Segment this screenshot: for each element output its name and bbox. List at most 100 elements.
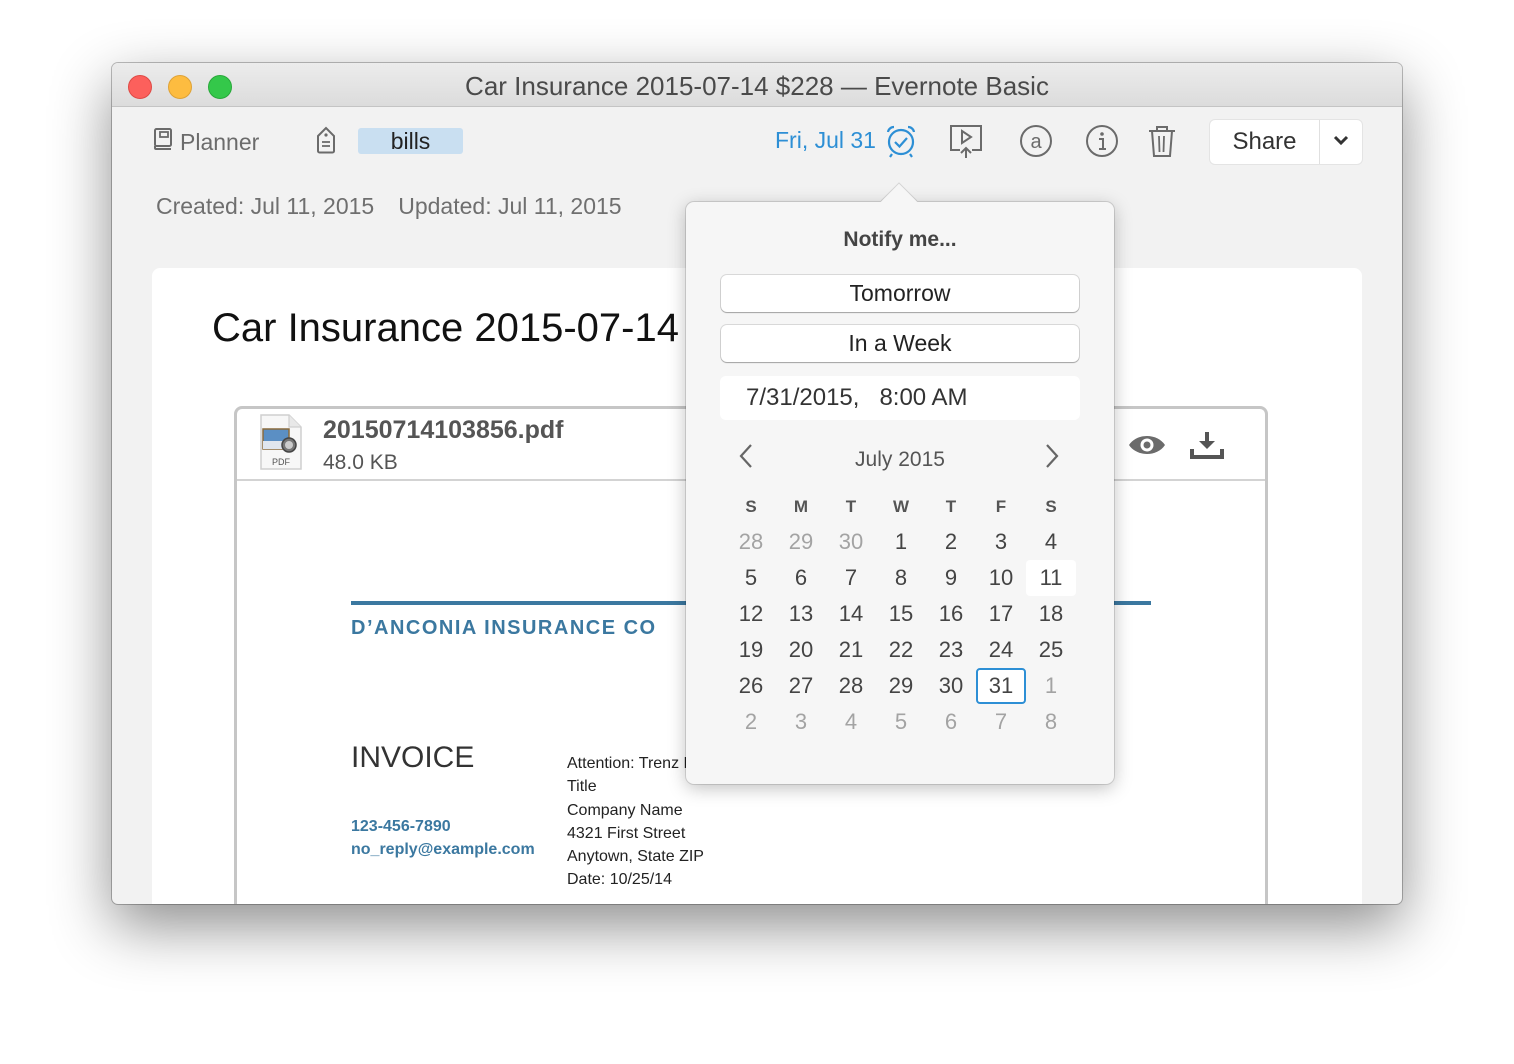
- calendar-day[interactable]: 1: [1026, 668, 1076, 704]
- date-value[interactable]: 7/31/2015,: [746, 384, 859, 411]
- calendar-day[interactable]: 14: [826, 596, 876, 632]
- calendar-day[interactable]: 7: [976, 704, 1026, 740]
- title-bar: Car Insurance 2015-07-14 $228 — Evernote…: [112, 63, 1402, 107]
- calendar-day[interactable]: 3: [776, 704, 826, 740]
- reminder-popover: Notify me... Tomorrow In a Week 7/31/201…: [686, 183, 1114, 784]
- calendar-day[interactable]: 8: [876, 560, 926, 596]
- contact-phone: 123-456-7890: [351, 818, 451, 835]
- calendar-day[interactable]: 5: [876, 704, 926, 740]
- calendar-grid: SMTWTFS 28 29 30 1 2 3 4 5 6 7 8 9 10 11 12 13 14 15 16 17 1…: [726, 494, 1076, 740]
- calendar-day[interactable]: 4: [1026, 524, 1076, 560]
- eye-icon[interactable]: [1127, 427, 1167, 463]
- notebook-selector[interactable]: Planner: [152, 127, 259, 157]
- share-button-group: Share: [1210, 120, 1362, 164]
- calendar-day[interactable]: 28: [726, 524, 776, 560]
- time-value[interactable]: 8:00 AM: [879, 384, 967, 411]
- calendar-day[interactable]: 6: [926, 704, 976, 740]
- weekday-label: F: [995, 497, 1007, 516]
- updated-date: Updated: Jul 11, 2015: [398, 193, 622, 219]
- address-line: 4321 First Street: [567, 824, 686, 842]
- in-a-week-button[interactable]: In a Week: [721, 325, 1079, 362]
- tag-icon[interactable]: [314, 125, 338, 160]
- calendar-day[interactable]: 27: [776, 668, 826, 704]
- notebook-icon: [152, 127, 174, 157]
- calendar-day[interactable]: 3: [976, 524, 1026, 560]
- address-line: Attention: Trenz P: [567, 755, 695, 772]
- calendar-day[interactable]: 30: [826, 524, 876, 560]
- notebook-label: Planner: [180, 128, 260, 155]
- next-month-button[interactable]: [1036, 442, 1068, 474]
- calendar-day[interactable]: 12: [726, 596, 776, 632]
- calendar-day-selected[interactable]: 31: [976, 668, 1026, 704]
- calendar-day[interactable]: 4: [826, 704, 876, 740]
- calendar-day[interactable]: 16: [926, 596, 976, 632]
- address-block: Attention: Trenz P Title Company Name 43…: [567, 752, 704, 892]
- calendar-day[interactable]: 2: [726, 704, 776, 740]
- calendar-week: 19 20 21 22 23 24 25: [726, 632, 1076, 668]
- calendar-day[interactable]: 26: [726, 668, 776, 704]
- calendar-day[interactable]: 1: [876, 524, 926, 560]
- calendar-day[interactable]: 30: [926, 668, 976, 704]
- calendar-day[interactable]: 23: [926, 632, 976, 668]
- weekday-label: W: [892, 497, 910, 516]
- calendar-day[interactable]: 24: [976, 632, 1026, 668]
- calendar-day[interactable]: 29: [876, 668, 926, 704]
- trash-icon[interactable]: [1142, 121, 1182, 161]
- created-date: Created: Jul 11, 2015: [156, 193, 375, 219]
- pdf-label: PDF: [272, 457, 291, 467]
- calendar-day[interactable]: 7: [826, 560, 876, 596]
- calendar-day-today[interactable]: 11: [1026, 560, 1076, 596]
- calendar-day[interactable]: 21: [826, 632, 876, 668]
- svg-text:a: a: [1030, 131, 1042, 153]
- calendar-day[interactable]: 8: [1026, 704, 1076, 740]
- info-icon[interactable]: [1082, 121, 1122, 161]
- calendar-day[interactable]: 28: [826, 668, 876, 704]
- calendar-day[interactable]: 13: [776, 596, 826, 632]
- invoice-heading: INVOICE: [351, 741, 475, 774]
- calendar-day[interactable]: 17: [976, 596, 1026, 632]
- address-line: Anytown, State ZIP: [567, 848, 704, 866]
- download-icon[interactable]: [1187, 427, 1227, 463]
- reminder-date[interactable]: Fri, Jul 31: [775, 127, 876, 154]
- calendar-day[interactable]: 18: [1026, 596, 1076, 632]
- calendar-day[interactable]: 5: [726, 560, 776, 596]
- pdf-file-icon: PDF: [257, 413, 305, 473]
- attachment-filename[interactable]: 20150714103856.pdf: [323, 416, 563, 445]
- share-button[interactable]: Share: [1210, 120, 1320, 164]
- calendar-day[interactable]: 20: [776, 632, 826, 668]
- calendar-week: 5 6 7 8 9 10 11: [726, 560, 1076, 596]
- alarm-clock-icon[interactable]: [881, 121, 921, 161]
- tag-chip-bills[interactable]: bills: [358, 128, 463, 154]
- company-name: D’ANCONIA INSURANCE CO: [351, 617, 657, 639]
- note-toolbar: Planner bills Fri, Jul 31 a Share: [112, 107, 1402, 177]
- weekday-label: S: [1045, 497, 1057, 516]
- presentation-icon[interactable]: [946, 121, 986, 161]
- calendar-day[interactable]: 15: [876, 596, 926, 632]
- note-title[interactable]: Car Insurance 2015-07-14: [212, 306, 679, 351]
- calendar-day[interactable]: 22: [876, 632, 926, 668]
- notify-title: Notify me...: [843, 228, 957, 251]
- weekday-label: T: [945, 497, 957, 516]
- calendar-day[interactable]: 25: [1026, 632, 1076, 668]
- tomorrow-button[interactable]: Tomorrow: [721, 275, 1079, 312]
- note-meta: Created: Jul 11, 2015 Updated: Jul 11, 20…: [156, 193, 622, 220]
- contact-email: no_reply@example.com: [351, 841, 535, 858]
- calendar-week: 28 29 30 1 2 3 4: [726, 524, 1076, 560]
- calendar-day[interactable]: 9: [926, 560, 976, 596]
- calendar-week: 26 27 28 29 30 31 1: [726, 668, 1076, 704]
- share-options-button[interactable]: [1320, 120, 1362, 164]
- contact-info: 123-456-7890 no_reply@example.com: [351, 815, 535, 861]
- address-line: Title: [567, 778, 597, 796]
- calendar-day[interactable]: 19: [726, 632, 776, 668]
- weekday-label: T: [845, 497, 857, 516]
- at-sign-icon[interactable]: a: [1016, 121, 1056, 161]
- calendar-day[interactable]: 2: [926, 524, 976, 560]
- calendar-day[interactable]: 29: [776, 524, 826, 560]
- weekday-label: M: [793, 497, 809, 516]
- weekday-label: S: [745, 497, 757, 516]
- calendar-day[interactable]: 6: [776, 560, 826, 596]
- calendar-week: 12 13 14 15 16 17 18: [726, 596, 1076, 632]
- date-time-field[interactable]: 7/31/2015, 8:00 AM: [720, 376, 1080, 420]
- calendar-day[interactable]: 10: [976, 560, 1026, 596]
- window-title: Car Insurance 2015-07-14 $228 — Evernote…: [465, 71, 1049, 101]
